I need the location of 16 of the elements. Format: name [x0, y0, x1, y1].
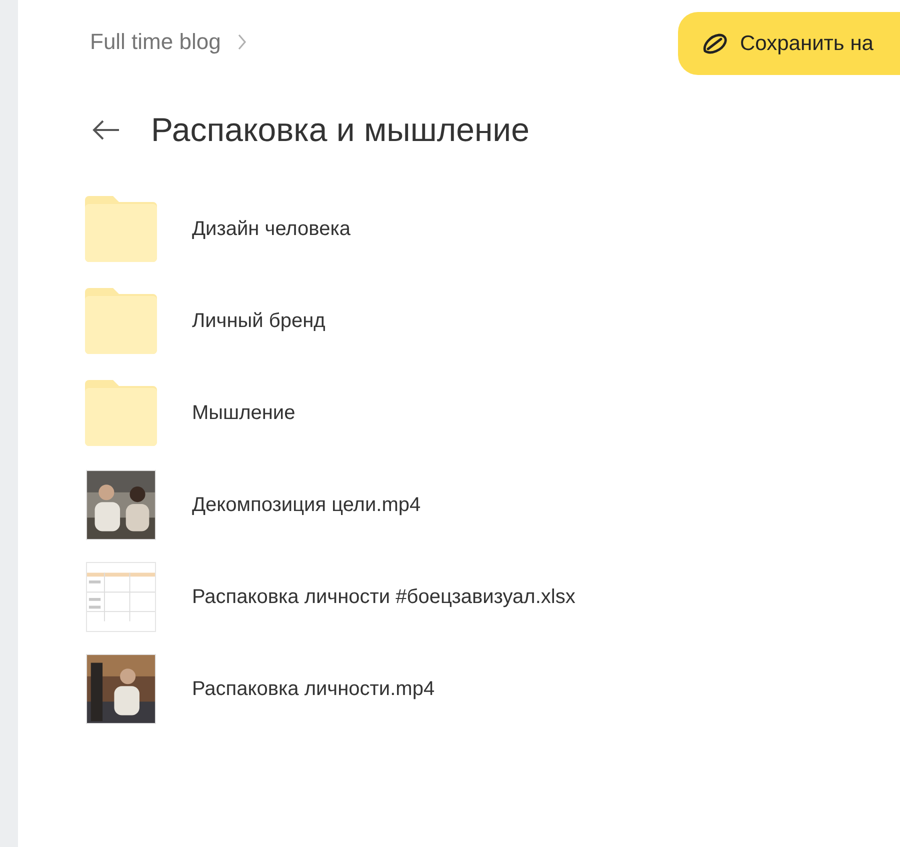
file-name[interactable]: Декомпозиция цели.mp4: [192, 490, 421, 520]
file-name[interactable]: Распаковка личности.mp4: [192, 674, 435, 704]
breadcrumb-link[interactable]: Full time blog: [90, 25, 221, 58]
spreadsheet-preview-drawing: [86, 562, 156, 632]
back-arrow-icon[interactable]: [91, 118, 121, 141]
file-name[interactable]: Распаковка личности #боецзавизуал.xlsx: [192, 582, 576, 612]
file-name[interactable]: Дизайн человека: [192, 214, 351, 244]
leaf-icon: [702, 32, 728, 54]
save-button[interactable]: Сохранить на: [678, 12, 900, 75]
file-name[interactable]: Мышление: [192, 398, 296, 428]
folder-icon: [85, 288, 157, 354]
file-name[interactable]: Личный бренд: [192, 306, 326, 336]
folder-icon: [85, 196, 157, 262]
folder-icon: [85, 380, 157, 446]
folder-title: Распаковка и мышление: [151, 110, 530, 150]
chevron-right-icon: [236, 32, 247, 50]
